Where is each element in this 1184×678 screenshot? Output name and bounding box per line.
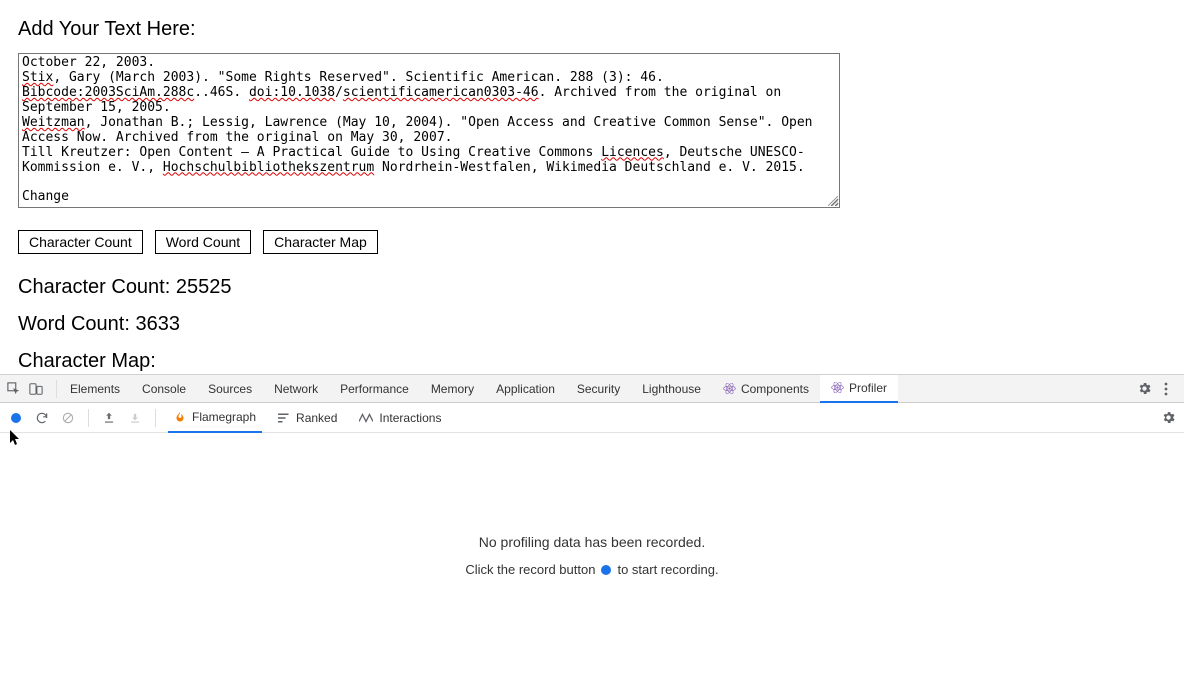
profiler-hint: Click the record button to start recordi…: [465, 562, 718, 577]
character-map-button[interactable]: Character Map: [263, 230, 378, 254]
devtools-tab-application[interactable]: Application: [485, 375, 566, 403]
tab-label: Elements: [70, 382, 120, 396]
tab-label: Console: [142, 382, 186, 396]
character-map-label: Character Map:: [18, 350, 156, 372]
upload-icon[interactable]: [101, 410, 117, 426]
devtools-tab-network[interactable]: Network: [263, 375, 329, 403]
character-count-label: Character Count:: [18, 276, 170, 298]
ranked-label: Ranked: [296, 411, 337, 425]
devtools-tab-memory[interactable]: Memory: [420, 375, 485, 403]
devtools-tab-console[interactable]: Console: [131, 375, 197, 403]
tab-label: Lighthouse: [642, 382, 701, 396]
tab-label: Network: [274, 382, 318, 396]
profiler-hint-post: to start recording.: [617, 562, 718, 577]
profiler-toolbar: Flamegraph Ranked Interactions: [0, 403, 1184, 433]
tab-label: Profiler: [849, 381, 887, 395]
download-icon: [127, 410, 143, 426]
profiler-settings-icon[interactable]: [1160, 410, 1176, 426]
tab-label: Sources: [208, 382, 252, 396]
tab-label: Performance: [340, 382, 409, 396]
character-map-result: Character Map:: [18, 350, 1166, 373]
tab-label: Components: [741, 382, 809, 396]
reload-icon[interactable]: [34, 410, 50, 426]
devtools-tab-lighthouse[interactable]: Lighthouse: [631, 375, 712, 403]
interactions-icon: [359, 412, 373, 424]
flamegraph-tab[interactable]: Flamegraph: [168, 403, 262, 433]
clear-icon[interactable]: [60, 410, 76, 426]
separator: [155, 409, 156, 427]
interactions-tab[interactable]: Interactions: [353, 403, 447, 433]
record-button[interactable]: [8, 410, 24, 426]
character-count-button[interactable]: Character Count: [18, 230, 143, 254]
settings-icon[interactable]: [1136, 381, 1152, 397]
record-dot-icon: [601, 565, 611, 575]
profiler-body: No profiling data has been recorded. Cli…: [0, 433, 1184, 678]
separator: [56, 380, 57, 398]
devtools-panel: Elements Console Sources Network Performance…: [0, 374, 1184, 678]
tab-label: Application: [496, 382, 555, 396]
inspect-icon[interactable]: [6, 381, 22, 397]
devtools-tab-security[interactable]: Security: [566, 375, 631, 403]
devtools-tab-bar: Elements Console Sources Network Performance…: [0, 375, 1184, 403]
ranked-icon: [278, 412, 290, 424]
tab-label: Security: [577, 382, 620, 396]
devtools-tab-performance[interactable]: Performance: [329, 375, 420, 403]
character-count-value: 25525: [176, 276, 232, 298]
word-count-value: 3633: [135, 313, 180, 335]
word-count-result: Word Count: 3633: [18, 313, 1166, 336]
character-count-result: Character Count: 25525: [18, 276, 1166, 299]
word-count-label: Word Count:: [18, 313, 130, 335]
profiler-hint-pre: Click the record button: [465, 562, 595, 577]
devtools-tab-components[interactable]: Components: [712, 375, 820, 403]
devtools-tab-elements[interactable]: Elements: [59, 375, 131, 403]
more-icon[interactable]: [1158, 381, 1174, 397]
page-heading: Add Your Text Here:: [18, 18, 1166, 41]
device-toggle-icon[interactable]: [28, 381, 44, 397]
ranked-tab[interactable]: Ranked: [272, 403, 343, 433]
devtools-tab-sources[interactable]: Sources: [197, 375, 263, 403]
react-icon: [831, 381, 844, 394]
react-icon: [723, 382, 736, 395]
flamegraph-label: Flamegraph: [192, 410, 256, 424]
separator: [88, 409, 89, 427]
word-count-button[interactable]: Word Count: [155, 230, 251, 254]
tab-label: Memory: [431, 382, 474, 396]
flame-icon: [174, 410, 186, 424]
interactions-label: Interactions: [379, 411, 441, 425]
devtools-tab-profiler[interactable]: Profiler: [820, 375, 898, 403]
text-input[interactable]: October 22, 2003. Stix, Gary (March 2003…: [18, 53, 840, 208]
profiler-empty-message: No profiling data has been recorded.: [479, 534, 705, 550]
